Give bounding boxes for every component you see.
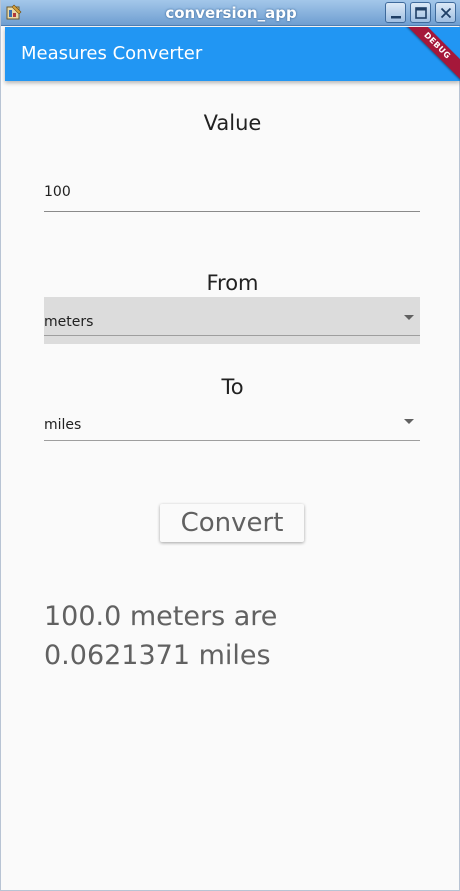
- convert-button[interactable]: Convert: [160, 504, 304, 542]
- from-label: From: [206, 271, 259, 295]
- minimize-icon: [391, 16, 401, 19]
- result-line-1: 100.0 meters are: [44, 601, 278, 632]
- close-icon: [440, 7, 452, 19]
- debug-banner: DEBUG: [393, 27, 460, 81]
- window-close-button[interactable]: [435, 2, 456, 23]
- result-line-2: 0.0621371 miles: [44, 640, 271, 671]
- from-unit-dropdown[interactable]: meters: [44, 297, 420, 336]
- dropdown-arrow-icon: [404, 419, 414, 424]
- conversion-result: 100.0 meters are 0.0621371 miles: [44, 597, 424, 675]
- from-dropdown-highlight: [44, 336, 420, 344]
- to-unit-dropdown[interactable]: miles: [44, 401, 420, 441]
- to-label: To: [221, 375, 244, 399]
- app-window: conversion_app Measures Converter DEBUG …: [0, 0, 460, 891]
- window-maximize-button[interactable]: [410, 2, 431, 23]
- value-input[interactable]: [44, 172, 420, 212]
- window-titlebar[interactable]: conversion_app: [1, 0, 460, 26]
- dropdown-arrow-icon: [404, 315, 414, 320]
- app-bar: Measures Converter DEBUG: [5, 27, 460, 81]
- window-minimize-button[interactable]: [385, 2, 406, 23]
- maximize-icon: [415, 7, 427, 19]
- from-unit-value: meters: [44, 314, 94, 330]
- app-bar-title: Measures Converter: [21, 43, 203, 64]
- to-unit-value: miles: [44, 417, 82, 433]
- value-label: Value: [203, 111, 262, 135]
